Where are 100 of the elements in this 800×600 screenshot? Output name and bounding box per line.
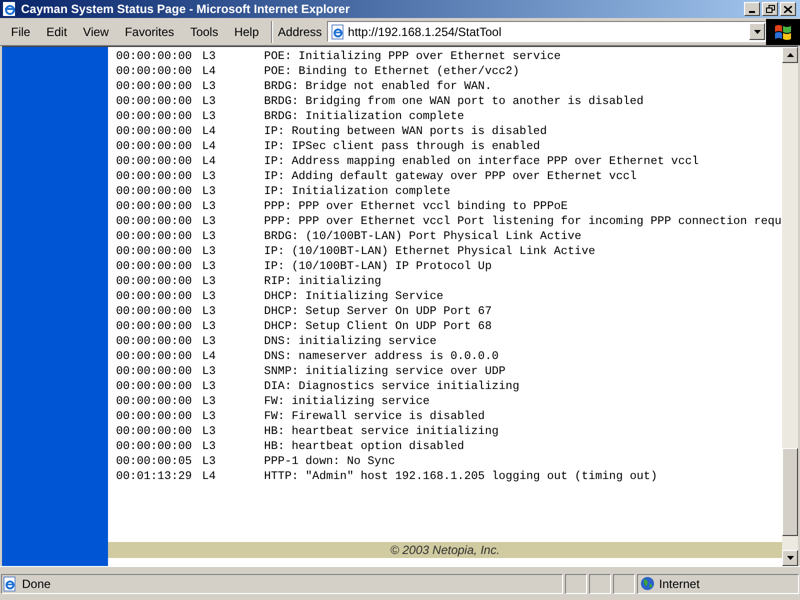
status-text: Done — [22, 576, 51, 592]
log-message: IP: (10/100BT-LAN) Ethernet Physical Link Active — [264, 244, 596, 259]
log-time: 00:00:00:00 — [116, 214, 193, 229]
log-message: RIP: initializing — [264, 274, 382, 289]
log-level: L3 — [202, 199, 217, 214]
log-level: L3 — [202, 409, 217, 424]
menu-item[interactable]: View — [75, 18, 117, 45]
log-time: 00:00:00:00 — [116, 334, 193, 349]
log-time: 00:00:00:00 — [116, 109, 193, 124]
page-icon — [2, 576, 18, 592]
log-level: L3 — [202, 334, 217, 349]
address-label: Address — [276, 24, 323, 40]
log-level: L3 — [202, 379, 217, 394]
menu-item[interactable]: Edit — [38, 18, 76, 45]
log-level: L3 — [202, 79, 217, 94]
log-message: DHCP: Setup Client On UDP Port 68 — [264, 319, 492, 334]
scrollbar[interactable] — [782, 47, 798, 566]
windows-logo-icon — [774, 24, 792, 40]
restore-button[interactable] — [762, 2, 778, 16]
log-message: DHCP: Initializing Service — [264, 289, 444, 304]
address-field[interactable]: http://192.168.1.254/StatTool — [326, 21, 766, 42]
log-message: BRDG: Bridging from one WAN port to another is disabled — [264, 94, 644, 109]
log-message: PPP-1 down: No Sync — [264, 454, 396, 469]
globe-icon — [640, 576, 655, 591]
status-pane — [565, 574, 587, 594]
log-level: L3 — [202, 259, 217, 274]
menu-item[interactable]: Help — [226, 18, 267, 45]
log-level: L3 — [202, 394, 217, 409]
log-time: 00:00:00:00 — [116, 199, 193, 214]
log-level: L3 — [202, 49, 217, 64]
log-level: L3 — [202, 289, 217, 304]
log-level: L4 — [202, 124, 217, 139]
log-message: DHCP: Setup Server On UDP Port 67 — [264, 304, 492, 319]
log-message: DIA: Diagnostics service initializing — [264, 379, 520, 394]
log-message: IP: IPSec client pass through is enabled — [264, 139, 540, 154]
scroll-down-button[interactable] — [782, 550, 798, 566]
zone-text: Internet — [659, 576, 700, 592]
menu-item[interactable]: Tools — [182, 18, 226, 45]
log-time: 00:01:13:29 — [116, 469, 193, 484]
log-time: 00:00:00:05 — [116, 454, 193, 469]
log-level: L3 — [202, 274, 217, 289]
log-message: HB: heartbeat service initializing — [264, 424, 499, 439]
close-button[interactable] — [780, 2, 796, 16]
log-message: IP: Initialization complete — [264, 184, 450, 199]
minimize-button[interactable] — [744, 2, 760, 16]
log-time: 00:00:00:00 — [116, 304, 193, 319]
log-level: L3 — [202, 454, 217, 469]
log-message: DNS: initializing service — [264, 334, 437, 349]
menu-item[interactable]: Favorites — [116, 18, 182, 45]
log-level: L3 — [202, 439, 217, 454]
log-time: 00:00:00:00 — [116, 424, 193, 439]
scroll-up-button[interactable] — [782, 47, 798, 63]
log-level: L3 — [202, 364, 217, 379]
log-time: 00:00:00:00 — [116, 259, 193, 274]
window-title: Cayman System Status Page - Microsoft Internet Explorer — [21, 1, 351, 18]
log-level: L3 — [202, 244, 217, 259]
log-message: IP: Address mapping enabled on interface PPP over Ethernet vccl — [264, 154, 699, 169]
menu-item[interactable]: File — [3, 18, 38, 45]
log-message: PPP: PPP over Ethernet vccl Port listening for incoming PPP connection requ — [264, 214, 782, 229]
log-time: 00:00:00:00 — [116, 139, 193, 154]
log-time: 00:00:00:00 — [116, 184, 193, 199]
log-time: 00:00:00:00 — [116, 349, 193, 364]
log-level: L3 — [202, 424, 217, 439]
log-level: L4 — [202, 139, 217, 154]
log-message: HB: heartbeat option disabled — [264, 439, 464, 454]
log-message: POE: Initializing PPP over Ethernet service — [264, 49, 561, 64]
log-time: 00:00:00:00 — [116, 229, 193, 244]
scroll-thumb[interactable] — [782, 448, 798, 536]
log-message: POE: Binding to Ethernet (ether/vcc2) — [264, 64, 520, 79]
log-time: 00:00:00:00 — [116, 364, 193, 379]
log-time: 00:00:00:00 — [116, 289, 193, 304]
log-level: L3 — [202, 109, 217, 124]
minimize-icon — [749, 11, 755, 13]
log-level: L4 — [202, 469, 217, 484]
log-message: FW: initializing service — [264, 394, 430, 409]
log-time: 00:00:00:00 — [116, 169, 193, 184]
log-level: L3 — [202, 214, 217, 229]
close-icon — [784, 6, 792, 12]
log-time: 00:00:00:00 — [116, 409, 193, 424]
log-level: L3 — [202, 184, 217, 199]
dropdown-button[interactable] — [749, 23, 766, 40]
log-level: L3 — [202, 304, 217, 319]
copyright-footer: © 2003 Netopia, Inc. — [108, 542, 782, 558]
log-message: BRDG: (10/100BT-LAN) Port Physical Link Active — [264, 229, 582, 244]
log-level: L4 — [202, 64, 217, 79]
status-pane — [613, 574, 635, 594]
log-level: L3 — [202, 319, 217, 334]
log-level: L4 — [202, 349, 217, 364]
log-time: 00:00:00:00 — [116, 244, 193, 259]
log-time: 00:00:00:00 — [116, 94, 193, 109]
log-message: IP: Adding default gateway over PPP over Ethernet vccl — [264, 169, 637, 184]
log-time: 00:00:00:00 — [116, 49, 193, 64]
log-level: L3 — [202, 229, 217, 244]
caret-icon — [754, 30, 761, 34]
log-time: 00:00:00:00 — [116, 379, 193, 394]
address-text: http://192.168.1.254/StatTool — [348, 24, 502, 40]
log-message: HTTP: "Admin" host 192.168.1.205 logging out (timing out) — [264, 469, 658, 484]
log-time: 00:00:00:00 — [116, 319, 193, 334]
restore-icon — [766, 5, 774, 13]
up-arrow-icon — [786, 53, 794, 57]
